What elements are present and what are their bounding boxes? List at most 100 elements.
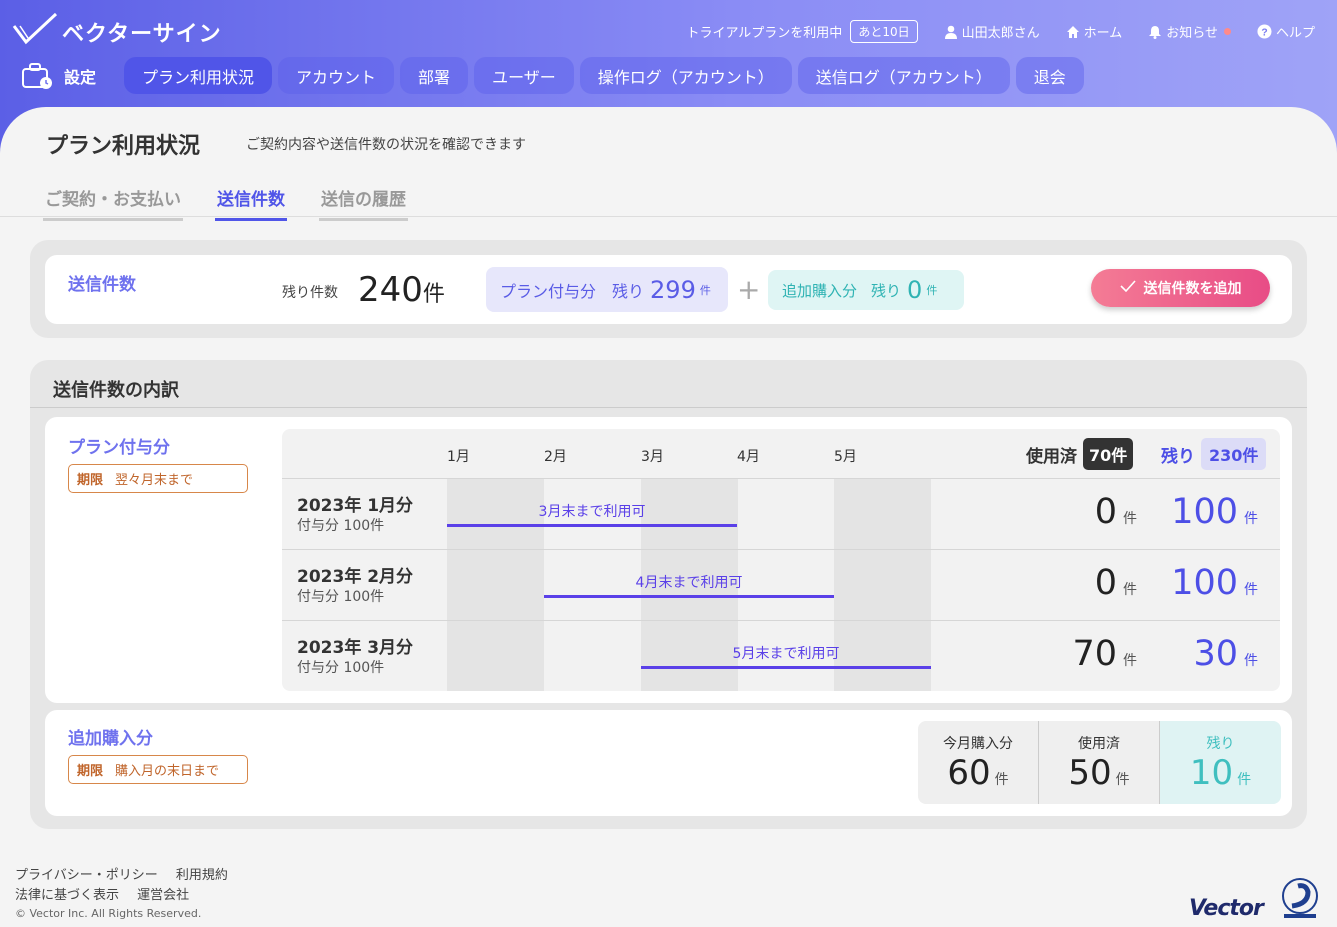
home-link[interactable]: ホーム: [1066, 22, 1122, 41]
availability-label: 5月末まで利用可: [732, 646, 840, 662]
availability-label: 4月末まで利用可: [635, 575, 743, 591]
app-name: ベクターサイン: [62, 22, 222, 47]
remaining-unit: 件: [422, 282, 445, 307]
plan-limit-key: 期限: [77, 473, 104, 488]
home-icon: [1066, 25, 1080, 39]
month-header-apr: 4月: [737, 449, 760, 465]
remaining-total-header: 残り 230件: [1161, 438, 1267, 470]
extra-pill-unit: 件: [926, 284, 938, 297]
company-link[interactable]: 運営会社: [137, 888, 189, 903]
extra-limit-key: 期限: [77, 764, 104, 779]
row-used-unit: 件: [1123, 511, 1137, 527]
app-logo[interactable]: ベクターサイン: [12, 10, 222, 48]
legal-notice-link[interactable]: 法律に基づく表示: [15, 888, 119, 903]
extra-limit-text: 購入月の末日まで: [115, 764, 220, 779]
plan-pill-remaining-label: 残り: [612, 281, 645, 301]
tab-account[interactable]: アカウント: [278, 57, 395, 94]
privacy-mark-icon: [1278, 874, 1322, 924]
availability-bar: [641, 666, 931, 669]
plan-limit-tag: 期限 翌々月末まで: [68, 464, 248, 493]
extra-limit-tag: 期限 購入月の末日まで: [68, 755, 248, 784]
vector-logo: Vector: [1189, 896, 1264, 921]
stat-number: 60: [947, 752, 991, 793]
remaining-total-value: 230件: [1201, 438, 1267, 470]
tab-plan-usage[interactable]: プラン利用状況: [124, 57, 273, 94]
remaining-value: 240件: [358, 270, 445, 310]
tab-department[interactable]: 部署: [400, 57, 469, 94]
notice-label: お知らせ: [1166, 26, 1218, 41]
extra-breakdown-label: 追加購入分: [68, 729, 153, 749]
tab-send-log[interactable]: 送信ログ（アカウント）: [797, 57, 1010, 94]
availability-bar: [447, 524, 737, 527]
summary-label: 送信件数: [68, 275, 136, 295]
notice-dot: [1223, 28, 1231, 35]
trial-status: トライアルプランを利用中: [686, 26, 843, 41]
row-used-value: 0: [1094, 563, 1117, 603]
row-remaining-value: 30: [1193, 634, 1238, 674]
row-used: 0件: [1017, 563, 1137, 603]
trial-days-badge: あと10日: [850, 20, 918, 43]
help-label: ヘルプ: [1275, 26, 1315, 41]
plan-timeline-table: 1月 2月 3月 4月 5月 使用済 70件 残り 230件 2023年 1月分 付…: [282, 429, 1280, 691]
settings-section: 設定: [20, 61, 96, 91]
copyright: © Vector Inc. All Rights Reserved.: [15, 907, 202, 920]
row-remaining-value: 100: [1171, 563, 1238, 603]
plan-pill-value: 299: [650, 275, 696, 304]
plan-pill-label: プラン付与分: [500, 281, 597, 301]
row-remaining-value: 100: [1171, 492, 1238, 532]
check-icon: [1119, 280, 1136, 296]
row-used: 70 件: [1017, 634, 1137, 674]
add-send-count-button[interactable]: 送信件数を追加: [1091, 269, 1270, 307]
breakdown-title: 送信件数の内訳: [53, 380, 179, 401]
footer-links-row1: プライバシー・ポリシー 利用規約: [15, 864, 228, 883]
row-subtitle: 付与分 100件: [297, 660, 385, 676]
extra-pill-label: 追加購入分: [782, 281, 858, 300]
plan-limit-text: 翌々月末まで: [115, 473, 194, 488]
month-header-feb: 2月: [544, 449, 567, 465]
stat-unit: 件: [1115, 771, 1130, 788]
page-title: プラン利用状況: [46, 134, 201, 159]
row-remaining: 30 件: [1138, 634, 1258, 674]
stat-label: 残り: [1206, 735, 1235, 752]
extra-purchased-stat: 今月購入分 60 件: [918, 721, 1039, 804]
extra-pill-remaining-label: 残り: [871, 281, 902, 300]
privacy-policy-link[interactable]: プライバシー・ポリシー: [15, 868, 158, 883]
used-total-header: 使用済 70件: [1026, 438, 1134, 470]
plus-sign: +: [737, 273, 761, 306]
used-total-label: 使用済: [1026, 446, 1077, 467]
help-link[interactable]: ? ヘルプ: [1257, 22, 1315, 41]
settings-briefcase-icon: [22, 62, 52, 89]
stat-label: 使用済: [1078, 735, 1120, 752]
help-icon: ?: [1257, 24, 1272, 39]
tab-users[interactable]: ユーザー: [474, 57, 574, 94]
row-subtitle: 付与分 100件: [297, 518, 385, 534]
main-nav: 設定 プラン利用状況 アカウント 部署 ユーザー 操作ログ（アカウント） 送信ロ…: [20, 57, 1090, 94]
plan-pill-unit: 件: [699, 283, 711, 297]
row-used-unit: 件: [1123, 653, 1137, 669]
availability-bar: [544, 595, 834, 598]
user-menu[interactable]: 山田太郎さん: [944, 22, 1040, 41]
used-total-value: 70件: [1083, 438, 1134, 470]
user-icon: [944, 25, 958, 39]
page-description: ご契約内容や送信件数の状況を確認できます: [246, 137, 526, 153]
terms-link[interactable]: 利用規約: [176, 868, 228, 883]
month-header-jan: 1月: [447, 449, 470, 465]
month-header-mar: 3月: [641, 449, 664, 465]
row-divider: [282, 549, 1280, 550]
row-remaining-unit: 件: [1244, 653, 1258, 669]
svg-text:?: ?: [1261, 27, 1267, 38]
extra-pill-value: 0: [907, 276, 923, 304]
subtab-divider: [0, 216, 1337, 217]
extra-remaining-pill: 追加購入分 残り 0 件: [768, 270, 964, 310]
row-used: 0件: [1017, 492, 1137, 532]
notice-link[interactable]: お知らせ: [1148, 22, 1231, 41]
tab-withdraw[interactable]: 退会: [1015, 57, 1084, 94]
row-used-value: 0: [1094, 492, 1117, 532]
row-title: 2023年 1月分: [297, 496, 414, 516]
extra-used-stat: 使用済 50 件: [1039, 721, 1160, 804]
tab-operation-log[interactable]: 操作ログ（アカウント）: [579, 57, 792, 94]
breakdown-divider: [30, 407, 1307, 408]
settings-label: 設定: [64, 67, 97, 87]
row-title: 2023年 3月分: [297, 638, 414, 658]
footer-links-row2: 法律に基づく表示 運営会社: [15, 884, 189, 903]
